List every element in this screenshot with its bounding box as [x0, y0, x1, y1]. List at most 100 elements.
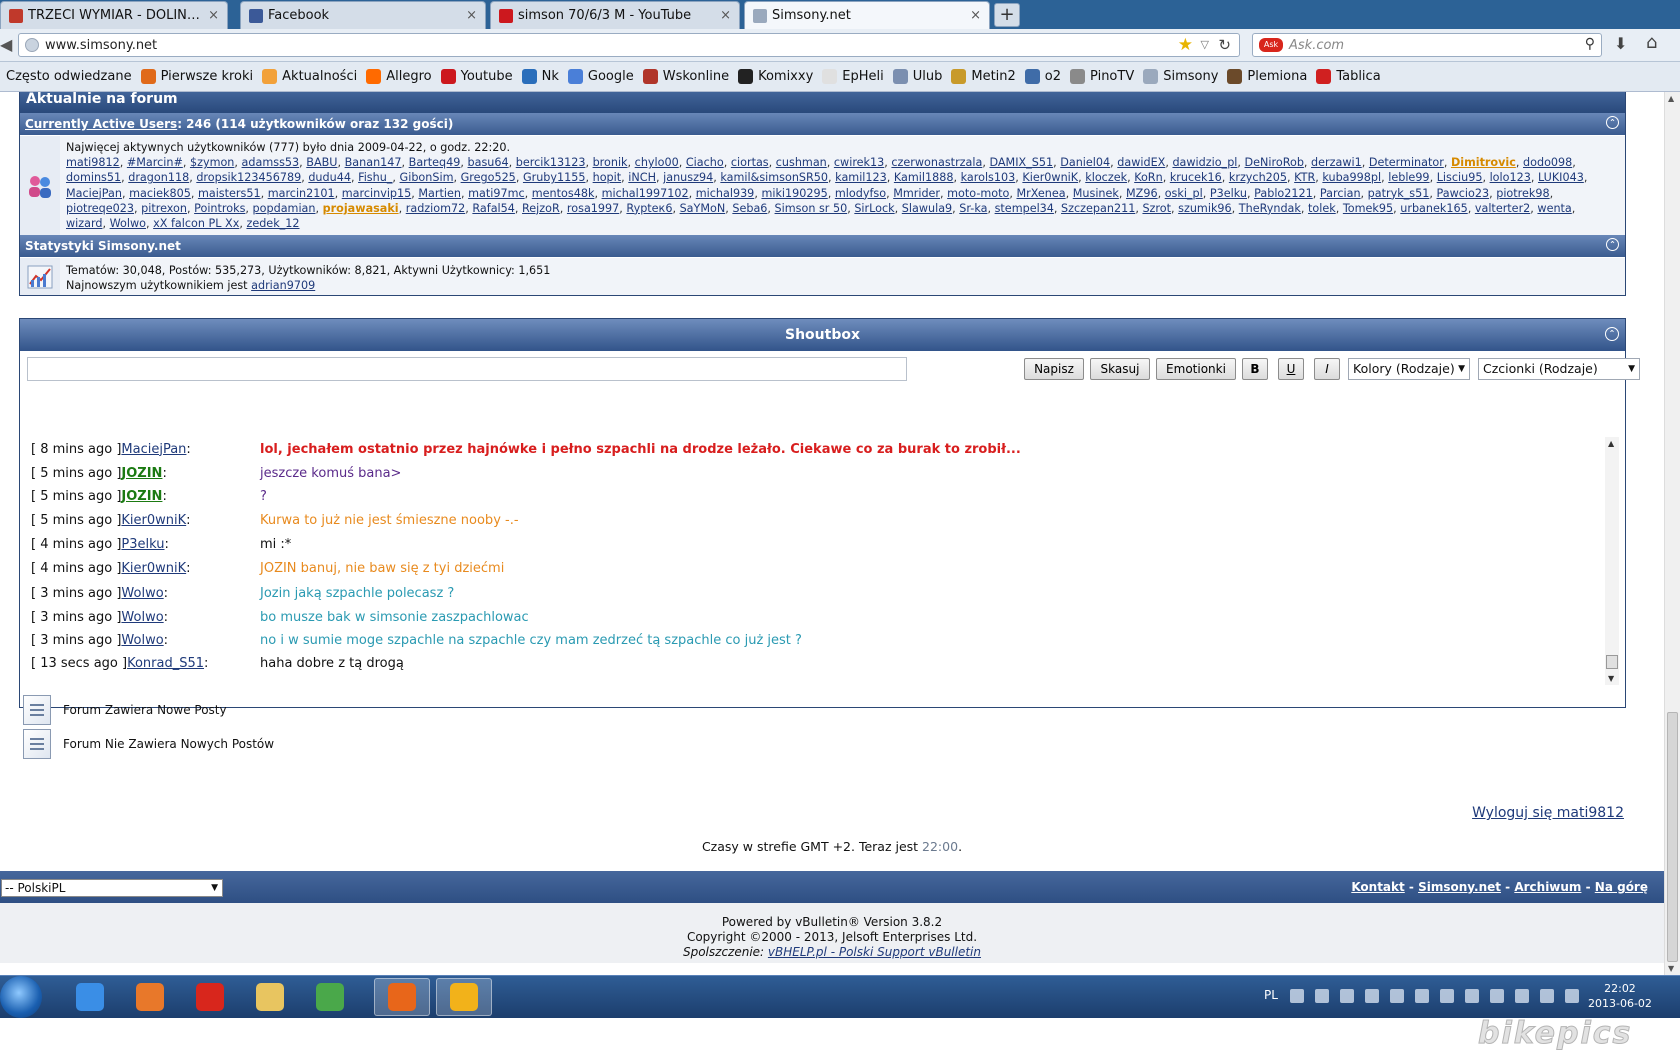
sponsor-link[interactable]: vBHELP.pl - Polski Support vBulletin [768, 945, 981, 959]
online-user-link[interactable]: marcin2101 [268, 187, 335, 200]
url-text[interactable]: www.simsony.net [45, 38, 157, 53]
online-user-link[interactable]: domins51 [66, 171, 121, 184]
online-user-link[interactable]: dragon118 [128, 171, 189, 184]
online-user-link[interactable]: Slawula9 [902, 202, 952, 215]
online-user-link[interactable]: stempel34 [995, 202, 1054, 215]
footer-link[interactable]: Simsony.net [1418, 880, 1501, 894]
online-user-link[interactable]: adamss53 [242, 156, 300, 169]
online-user-link[interactable]: kuba998pl [1322, 171, 1381, 184]
online-user-link[interactable]: ciortas [731, 156, 769, 169]
logout-link[interactable]: Wyloguj się mati9812 [1472, 805, 1624, 821]
chevron-down-icon[interactable]: ▽ [1201, 38, 1209, 51]
bookmark-item[interactable]: Youtube [440, 69, 513, 84]
bookmark-item[interactable]: EpHeli [822, 69, 884, 84]
online-user-link[interactable]: basu64 [468, 156, 509, 169]
online-user-link[interactable]: bronik [593, 156, 628, 169]
online-user-link[interactable]: miki190295 [761, 187, 827, 200]
shout-input[interactable] [27, 357, 907, 381]
online-user-link[interactable]: kamil&simsonSR50 [720, 171, 828, 184]
online-user-link[interactable]: wenta [1537, 202, 1571, 215]
online-user-link[interactable]: michal939 [696, 187, 755, 200]
online-user-link[interactable]: bercik13123 [516, 156, 586, 169]
bookmark-item[interactable]: PinoTV [1070, 69, 1134, 84]
new-tab-button[interactable]: + [994, 3, 1020, 27]
tray-icon[interactable] [1440, 989, 1454, 1003]
scroll-up-icon[interactable]: ▲ [1668, 94, 1674, 103]
online-user-link[interactable]: Grego525 [461, 171, 516, 184]
online-user-link[interactable]: hopit [593, 171, 622, 184]
online-user-link[interactable]: dropsik123456789 [196, 171, 301, 184]
online-user-link[interactable]: Pawcio23 [1437, 187, 1490, 200]
taskbar-firefox-button[interactable] [374, 978, 430, 1016]
online-user-link[interactable]: dawidEX [1117, 156, 1165, 169]
bookmark-item[interactable]: Często odwiedzane [6, 69, 132, 84]
download-icon[interactable]: ⬇ [1614, 34, 1627, 53]
shout-user-link[interactable]: JOZIN [121, 466, 162, 481]
footer-link[interactable]: Na górę [1595, 880, 1648, 894]
tray-icon[interactable] [1415, 989, 1429, 1003]
online-user-link[interactable]: Ciacho [686, 156, 724, 169]
online-user-link[interactable]: derzawi1 [1311, 156, 1362, 169]
bookmark-item[interactable]: Simsony [1143, 69, 1218, 84]
tray-icon[interactable] [1490, 989, 1504, 1003]
taskbar-app-red-button[interactable] [182, 978, 238, 1016]
shout-user-link[interactable]: Wolwo [121, 610, 163, 625]
newest-user-link[interactable]: adrian9709 [251, 279, 315, 292]
online-user-link[interactable]: Kier0wniK [1022, 171, 1078, 184]
write-button[interactable]: Napisz [1024, 358, 1084, 380]
online-user-link[interactable]: Martien [418, 187, 461, 200]
scroll-down-icon[interactable]: ▼ [1668, 964, 1674, 973]
bookmark-star-icon[interactable]: ★ [1178, 35, 1193, 55]
search-icon[interactable]: ⚲ [1585, 36, 1595, 52]
online-user-link[interactable]: Rafal54 [472, 202, 515, 215]
online-user-link[interactable]: kamil123 [835, 171, 887, 184]
colors-select[interactable]: Kolory (Rodzaje) ▼ [1348, 358, 1470, 380]
online-user-link[interactable]: leble99 [1388, 171, 1429, 184]
online-user-link[interactable]: krucek16 [1170, 171, 1222, 184]
online-user-link[interactable]: janusz94 [663, 171, 713, 184]
bookmark-item[interactable]: Allegro [366, 69, 432, 84]
online-user-link[interactable]: SirLock [854, 202, 894, 215]
online-user-link[interactable]: KoRn [1134, 171, 1163, 184]
online-user-link[interactable]: MrXenea [1016, 187, 1065, 200]
online-user-link[interactable]: DeNiroRob [1245, 156, 1304, 169]
tray-icon[interactable] [1465, 989, 1479, 1003]
close-icon[interactable]: × [720, 8, 731, 23]
online-user-link[interactable]: Simson sr 50 [775, 202, 848, 215]
online-user-link[interactable]: BABU [306, 156, 337, 169]
online-user-link[interactable]: dodo098 [1523, 156, 1572, 169]
underline-button[interactable]: U [1278, 358, 1304, 380]
online-user-link[interactable]: szumik96 [1178, 202, 1232, 215]
online-user-link[interactable]: Gruby1155 [523, 171, 586, 184]
collapse-icon[interactable]: ⌃ [1606, 116, 1619, 129]
online-user-link[interactable]: tolek [1308, 202, 1336, 215]
online-user-link[interactable]: urbanek165 [1400, 202, 1467, 215]
taskbar-app-sun-button[interactable] [436, 978, 492, 1016]
footer-link[interactable]: Archiwum [1514, 880, 1581, 894]
shout-user-link[interactable]: Wolwo [121, 586, 163, 601]
online-user-link[interactable]: mati9812 [66, 156, 120, 169]
collapse-icon[interactable]: ⌃ [1605, 327, 1619, 341]
volume-icon[interactable] [1565, 989, 1579, 1003]
tray-icon[interactable] [1290, 989, 1304, 1003]
online-user-link[interactable]: cushman [776, 156, 827, 169]
online-user-link[interactable]: Musinek [1073, 187, 1119, 200]
online-user-link[interactable]: patryk_s51 [1368, 187, 1430, 200]
taskbar-chrome-button[interactable] [302, 978, 358, 1016]
online-user-link[interactable]: michal1997102 [602, 187, 689, 200]
online-user-link[interactable]: zedek_12 [246, 217, 299, 230]
online-user-link[interactable]: mentos48k [532, 187, 595, 200]
scroll-thumb[interactable] [1606, 655, 1618, 669]
bookmark-item[interactable]: Nk [521, 69, 559, 84]
online-user-link[interactable]: xX falcon PL Xx [153, 217, 239, 230]
online-user-link[interactable]: czerwonastrzala [891, 156, 982, 169]
online-user-link[interactable]: Pointroks [194, 202, 245, 215]
tab-2[interactable]: Facebook × [240, 1, 486, 29]
online-user-link[interactable]: Pablo2121 [1254, 187, 1313, 200]
delete-button[interactable]: Skasuj [1090, 358, 1150, 380]
bookmark-item[interactable]: Google [567, 69, 634, 84]
tab-3[interactable]: simson 70/6/3 M - YouTube × [490, 1, 740, 29]
tray-icon[interactable] [1390, 989, 1404, 1003]
close-icon[interactable]: × [970, 8, 981, 23]
language-select[interactable]: -- PolskiPL ▼ [1, 879, 223, 897]
